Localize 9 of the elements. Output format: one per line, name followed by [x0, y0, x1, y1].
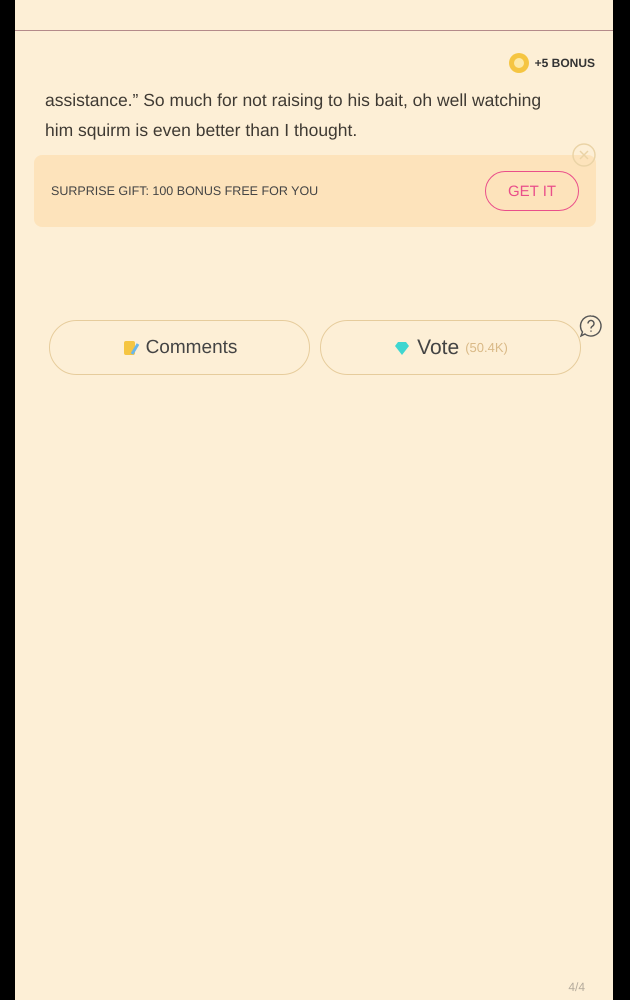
bonus-label: +5 BONUS	[534, 56, 595, 70]
page-number: 4/4	[568, 980, 585, 994]
vote-button[interactable]: Vote (50.4K)	[320, 320, 581, 375]
comments-button[interactable]: Comments	[49, 320, 310, 375]
coin-icon	[508, 53, 529, 73]
gift-text: SURPRISE GIFT: 100 BONUS FREE FOR YOU	[51, 184, 318, 198]
note-icon	[122, 338, 140, 356]
story-text: assistance.” So much for not raising to his bait, oh well watching him squirm is even better than I thought.	[45, 89, 542, 142]
help-icon[interactable]	[579, 314, 603, 338]
